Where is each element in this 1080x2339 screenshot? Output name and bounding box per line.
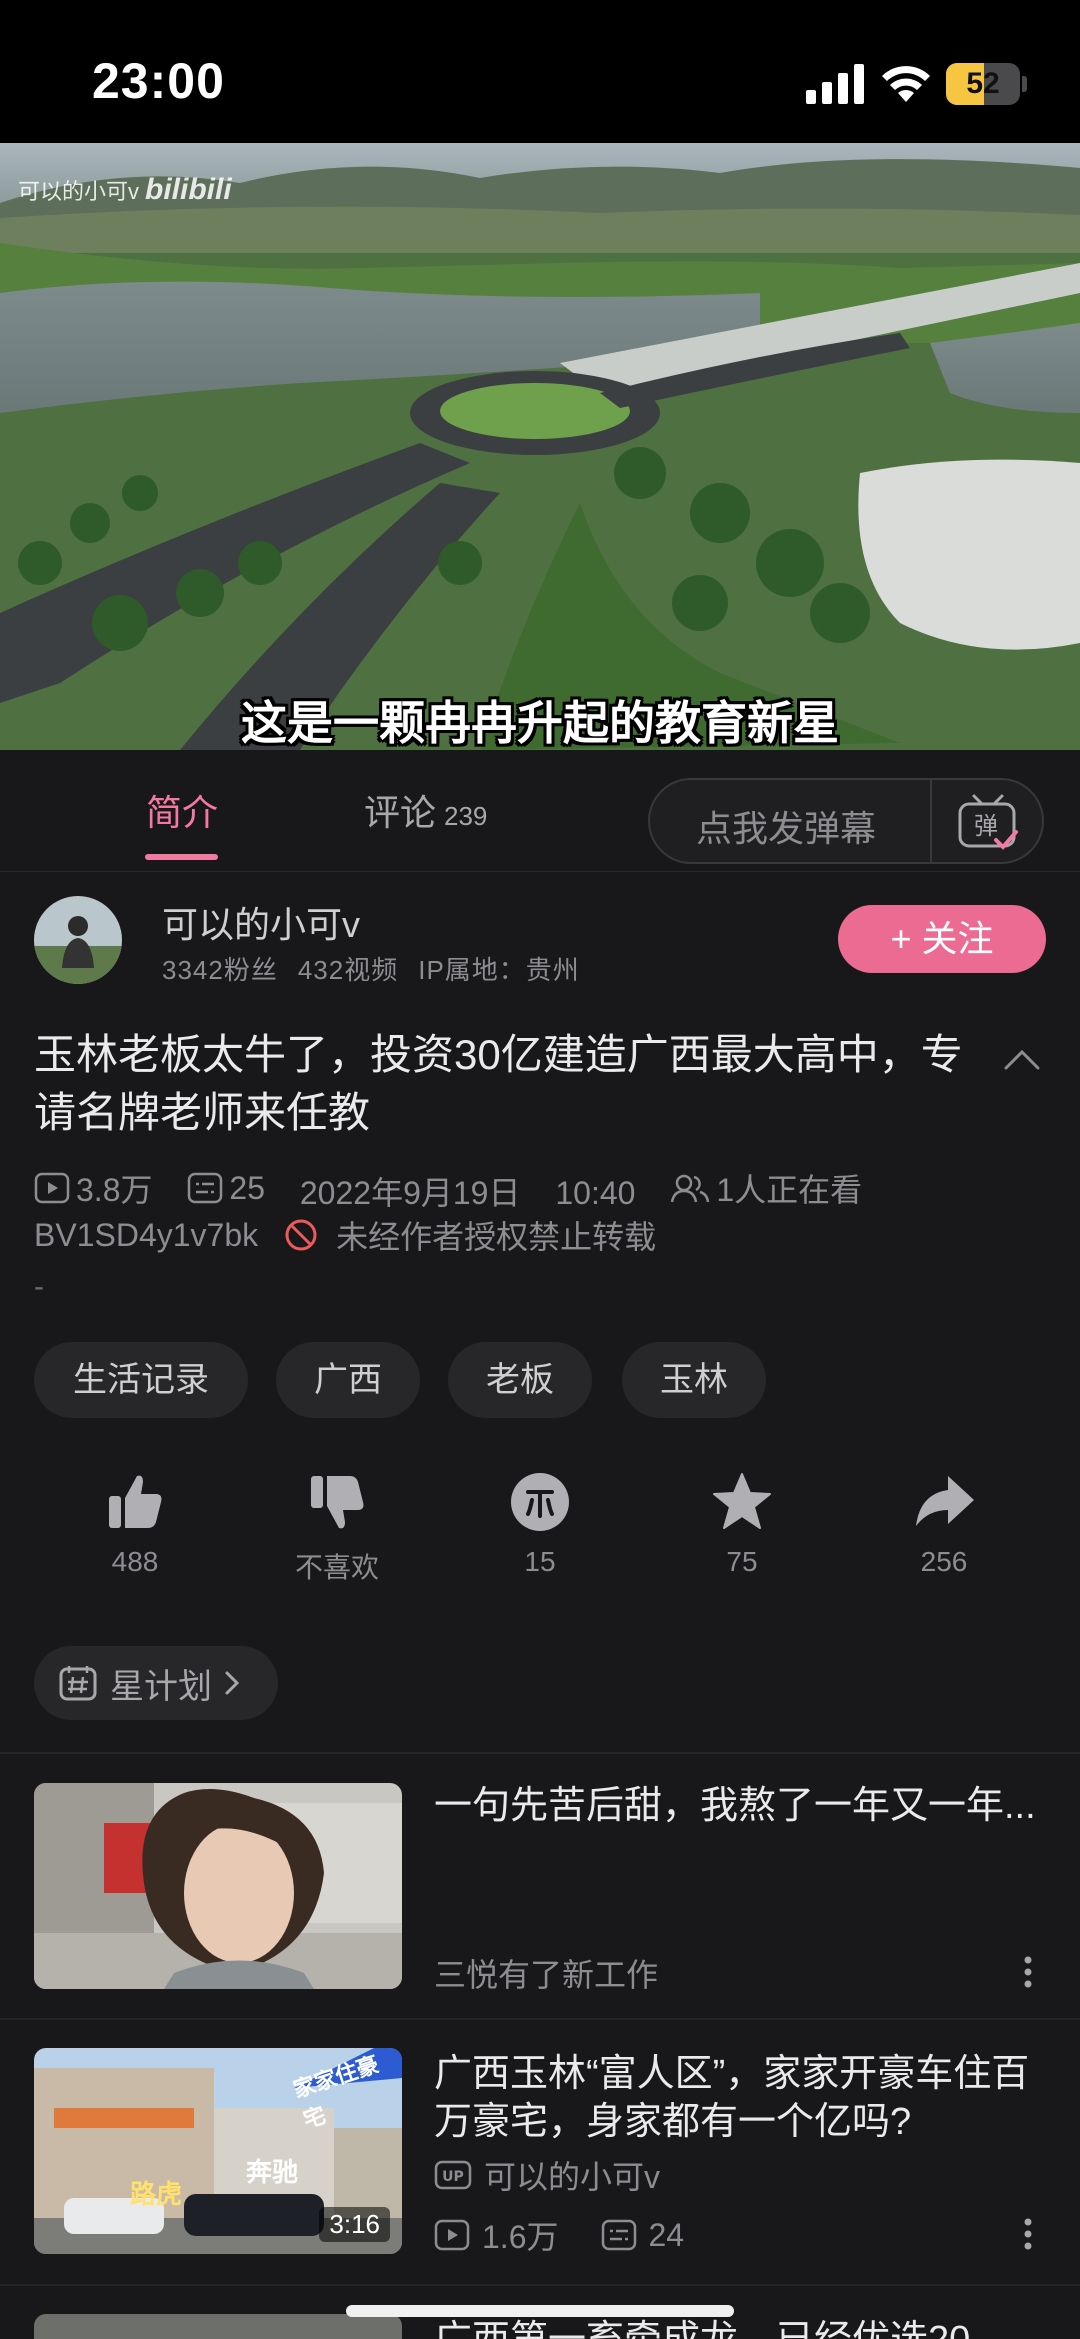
play-count-icon bbox=[34, 1172, 70, 1204]
no-repost-icon bbox=[285, 1219, 317, 1251]
video-count: 432视频 bbox=[297, 955, 399, 985]
ip-location: IP属地：贵州 bbox=[418, 955, 580, 985]
rec-title[interactable]: 广西玉林“富人区”，家家开豪车住百万豪宅，身家都有一个亿吗? bbox=[434, 2050, 1044, 2146]
star-plan-button[interactable]: 星计划 bbox=[34, 1646, 278, 1720]
tab-intro[interactable]: 简介 bbox=[146, 784, 218, 836]
video-description: - bbox=[34, 1270, 44, 1303]
rec-thumbnail[interactable] bbox=[34, 1783, 402, 1989]
chevron-up-icon[interactable] bbox=[1002, 1044, 1042, 1074]
fans-count: 3342粉丝 bbox=[162, 955, 278, 985]
tag[interactable]: 老板 bbox=[448, 1342, 592, 1418]
danmaku-input[interactable]: 点我发弹幕 弹 bbox=[648, 778, 1044, 864]
svg-text:弹: 弹 bbox=[974, 812, 998, 840]
video-watermark: 可以的小可v bilibili bbox=[18, 173, 232, 206]
more-options-icon[interactable] bbox=[1018, 1952, 1038, 1992]
copyright-notice: 未经作者授权禁止转载 bbox=[336, 1219, 657, 1255]
video-subtitle: 这是一颗冉冉升起的教育新星 bbox=[241, 697, 839, 749]
publish-time: 10:40 bbox=[555, 1175, 636, 1211]
section-divider bbox=[0, 1752, 1080, 1754]
battery-indicator: 52 bbox=[946, 63, 1027, 105]
tag[interactable]: 玉林 bbox=[622, 1342, 766, 1418]
battery-percent: 52 bbox=[966, 67, 1000, 100]
up-badge-icon: UP bbox=[434, 2160, 472, 2190]
status-bar: 23:00 52 bbox=[0, 0, 1080, 143]
danmaku-count-icon bbox=[601, 2219, 636, 2251]
view-count: 3.8万 bbox=[76, 1172, 153, 1208]
thumbs-down-icon bbox=[311, 1476, 364, 1529]
share-button[interactable]: 256 bbox=[874, 1470, 1014, 1578]
bvid: BV1SD4y1v7bk bbox=[34, 1216, 259, 1253]
svg-text:UP: UP bbox=[442, 2169, 464, 2185]
tag[interactable]: 生活记录 bbox=[34, 1342, 248, 1418]
share-icon bbox=[916, 1476, 974, 1526]
watching-icon bbox=[671, 1174, 710, 1203]
video-title: 玉林老板太牛了，投资30亿建造广西最大高中，专请名牌老师来任教 bbox=[34, 1031, 963, 1136]
section-divider bbox=[0, 2018, 1080, 2020]
play-count-icon bbox=[434, 2219, 470, 2251]
tab-active-indicator bbox=[145, 854, 218, 860]
thumbs-up-icon bbox=[109, 1475, 162, 1528]
dislike-button[interactable]: 不喜欢 bbox=[267, 1470, 407, 1586]
like-count: 488 bbox=[111, 1546, 159, 1577]
rec-up-line: UP 可以的小可v bbox=[434, 2152, 660, 2198]
tab-bar: 简介 评论 239 点我发弹幕 弹 bbox=[0, 750, 1080, 872]
author-meta: 3342粉丝 432视频 IP属地：贵州 bbox=[162, 950, 600, 987]
danmaku-count: 24 bbox=[648, 2216, 685, 2253]
publish-date: 2022年9月19日 bbox=[299, 1175, 521, 1211]
wifi-icon bbox=[882, 66, 930, 102]
danmaku-toggle-icon[interactable]: 弹 bbox=[956, 792, 1020, 852]
rec-title[interactable]: 一句先苦后甜，我熬了一年又一年... bbox=[434, 1782, 1044, 1830]
favorite-button[interactable]: 75 bbox=[672, 1470, 812, 1578]
up-name[interactable]: 可以的小可v bbox=[484, 2152, 660, 2198]
thumb-label: 路虎 bbox=[130, 2179, 183, 2209]
author-name[interactable]: 可以的小可v bbox=[162, 896, 360, 948]
bvid-line: BV1SD4y1v7bk 未经作者授权禁止转载 bbox=[34, 1212, 656, 1258]
video-player[interactable]: 可以的小可v bilibili 这是一颗冉冉升起的教育新星 bbox=[0, 143, 1080, 750]
dislike-label: 不喜欢 bbox=[294, 1552, 379, 1583]
clock: 23:00 bbox=[92, 53, 225, 109]
star-plan-icon bbox=[59, 1666, 97, 1701]
section-divider bbox=[0, 2284, 1080, 2286]
comment-count: 239 bbox=[444, 801, 488, 831]
video-frame bbox=[0, 143, 1080, 750]
danmaku-placeholder: 点我发弹幕 bbox=[696, 808, 877, 849]
tag[interactable]: 广西 bbox=[276, 1342, 420, 1418]
favorite-count: 75 bbox=[726, 1546, 758, 1577]
watching-count: 1人正在看 bbox=[716, 1172, 863, 1208]
view-count: 1.6万 bbox=[482, 2219, 559, 2255]
video-stats: 3.8万 25 2022年9月19日 10:40 1人正在看 bbox=[34, 1165, 888, 1211]
rec-channel: 三悦有了新工作 bbox=[434, 1957, 659, 1993]
star-icon bbox=[713, 1473, 771, 1529]
rec-thumbnail[interactable]: 家家住豪宅 路虎 奔驰 3:16 bbox=[34, 2048, 402, 2254]
coin-count: 15 bbox=[524, 1546, 556, 1577]
avatar[interactable] bbox=[34, 896, 122, 984]
cellular-signal-icon bbox=[806, 64, 864, 104]
follow-button[interactable]: + 关注 bbox=[838, 905, 1046, 973]
video-duration: 3:16 bbox=[319, 2207, 390, 2242]
tab-comments[interactable]: 评论 239 bbox=[364, 784, 487, 836]
coin-button[interactable]: 15 bbox=[470, 1470, 610, 1578]
rec-thumbnail[interactable] bbox=[34, 2314, 402, 2339]
thumb-label: 奔驰 bbox=[246, 2157, 299, 2187]
like-button[interactable]: 488 bbox=[65, 1470, 205, 1578]
rec-title[interactable]: 广西第一畜牵成龙，已经优选20 bbox=[434, 2316, 1044, 2339]
share-count: 256 bbox=[920, 1546, 968, 1577]
rec-stats: 1.6万 24 bbox=[434, 2212, 684, 2258]
chevron-right-icon bbox=[225, 1671, 240, 1695]
home-indicator[interactable] bbox=[346, 2305, 734, 2317]
more-options-icon[interactable] bbox=[1018, 2214, 1038, 2254]
coin-icon bbox=[511, 1473, 569, 1531]
danmaku-count-icon bbox=[188, 1172, 223, 1204]
star-plan-label: 星计划 bbox=[110, 1667, 212, 1706]
danmaku-count: 25 bbox=[229, 1169, 265, 1206]
